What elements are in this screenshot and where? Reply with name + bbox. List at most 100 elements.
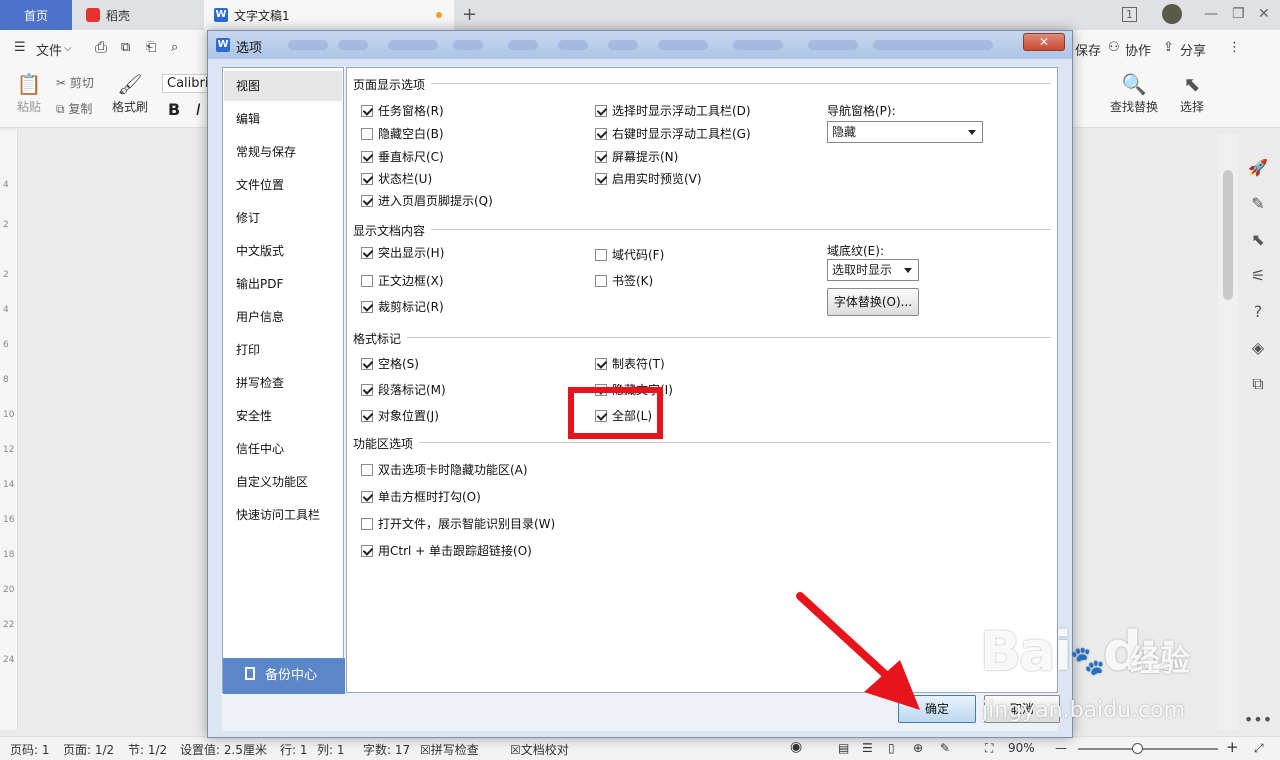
nav-item-print[interactable]: 打印 xyxy=(224,335,342,365)
checkbox-box[interactable] xyxy=(361,518,373,530)
checkbox-box[interactable] xyxy=(361,464,373,476)
nav-item-user-info[interactable]: 用户信息 xyxy=(224,302,342,332)
nav-item-general-save[interactable]: 常规与保存 xyxy=(224,137,342,167)
more-menu-icon[interactable]: ⋮ xyxy=(1228,40,1241,55)
nav-item-revision[interactable]: 修订 xyxy=(224,203,342,233)
checkbox-box[interactable] xyxy=(361,545,373,557)
checkbox-click-to-check[interactable]: 单击方框时打勾(O) xyxy=(361,488,481,505)
checkbox-text-boundaries[interactable]: 正文边框(X) xyxy=(361,272,444,289)
new-tab-button[interactable]: + xyxy=(462,4,477,25)
nav-pane-select[interactable]: 隐藏 xyxy=(827,121,983,143)
tab-document[interactable]: W 文字文稿1 xyxy=(204,0,454,30)
checkbox-smart-toc[interactable]: 打开文件，展示智能识别目录(W) xyxy=(361,515,555,532)
checkbox-object-anchors[interactable]: 对象位置(J) xyxy=(361,407,439,424)
dialog-close-button[interactable]: ✕ xyxy=(1023,33,1065,51)
field-shading-select[interactable]: 选取时显示 xyxy=(827,259,919,281)
vertical-scrollbar[interactable] xyxy=(1218,134,1238,730)
pointer-icon[interactable]: ⬉ xyxy=(1240,222,1276,258)
checkbox-box[interactable] xyxy=(361,301,373,313)
zoom-out-button[interactable]: — xyxy=(1055,741,1067,755)
checkbox-box[interactable] xyxy=(361,151,373,163)
checkbox-float-toolbar-rightclick[interactable]: 右键时显示浮动工具栏(G) xyxy=(595,125,751,142)
checkbox-box[interactable] xyxy=(361,195,373,207)
checkbox-paragraph-marks[interactable]: 段落标记(M) xyxy=(361,381,446,398)
save-icon[interactable]: ⎙ xyxy=(95,38,107,56)
select-button[interactable]: ⬉ 选择 xyxy=(1172,72,1212,115)
checkbox-box[interactable] xyxy=(595,358,607,370)
file-menu[interactable]: 文件 xyxy=(36,40,62,59)
help-icon[interactable]: ? xyxy=(1240,294,1276,330)
sliders-icon[interactable]: ⚟ xyxy=(1240,258,1276,294)
avatar[interactable] xyxy=(1162,4,1182,24)
checkbox-crop-marks[interactable]: 裁剪标记(R) xyxy=(361,298,444,315)
checkbox-dblclick-hide-ribbon[interactable]: 双击选项卡时隐藏功能区(A) xyxy=(361,461,528,478)
nav-item-security[interactable]: 安全性 xyxy=(224,401,342,431)
checkbox-live-preview[interactable]: 启用实时预览(V) xyxy=(595,170,702,187)
page-view-icon[interactable]: ▤ xyxy=(838,741,849,755)
checkbox-box[interactable] xyxy=(361,247,373,259)
nav-item-quick-access[interactable]: 快速访问工具栏 xyxy=(224,500,342,530)
dialog-titlebar[interactable]: W 选项 ✕ xyxy=(208,31,1072,59)
zoom-level[interactable]: 90% xyxy=(1008,741,1035,755)
share-button[interactable]: 分享 xyxy=(1180,40,1206,59)
fit-icon[interactable]: ⛶ xyxy=(985,741,993,756)
checkbox-box[interactable] xyxy=(595,173,607,185)
checkbox-screen-tips[interactable]: 屏幕提示(N) xyxy=(595,148,678,165)
collaborate-button[interactable]: 协作 xyxy=(1125,40,1151,59)
restore-button[interactable]: ❐ xyxy=(1232,6,1245,22)
checkbox-box[interactable] xyxy=(595,128,607,140)
backup-center-button[interactable]: 备份中心 xyxy=(223,658,345,694)
minimize-button[interactable]: — xyxy=(1204,6,1218,22)
checkbox-status-bar[interactable]: 状态栏(U) xyxy=(361,170,432,187)
copy-button[interactable]: ⧉ 复制 xyxy=(56,100,92,117)
scrollbar-thumb[interactable] xyxy=(1223,170,1233,300)
checkbox-highlight[interactable]: 突出显示(H) xyxy=(361,244,444,261)
checkbox-field-codes[interactable]: 域代码(F) xyxy=(595,246,664,263)
find-replace-button[interactable]: 🔍 查找替换 xyxy=(1104,72,1164,115)
zoom-slider-handle[interactable] xyxy=(1132,743,1143,754)
tab-home[interactable]: 首页 xyxy=(0,0,72,30)
checkbox-ctrl-click-link[interactable]: 用Ctrl + 单击跟踪超链接(O) xyxy=(361,542,532,559)
checkbox-box[interactable] xyxy=(595,275,607,287)
print-icon[interactable]: ⎗ xyxy=(146,40,156,55)
paste-button[interactable]: 📋 粘贴 xyxy=(12,72,46,115)
spell-check-toggle[interactable]: ☒拼写检查 xyxy=(420,741,479,758)
checkbox-vertical-ruler[interactable]: 垂直标尺(C) xyxy=(361,148,444,165)
nav-item-file-location[interactable]: 文件位置 xyxy=(224,170,342,200)
checkbox-box[interactable] xyxy=(361,358,373,370)
checkbox-float-toolbar-select[interactable]: 选择时显示浮动工具栏(D) xyxy=(595,102,751,119)
checkbox-box[interactable] xyxy=(595,105,607,117)
nav-item-chinese-layout[interactable]: 中文版式 xyxy=(224,236,342,266)
nav-item-customize-ribbon[interactable]: 自定义功能区 xyxy=(224,467,342,497)
nav-item-trust-center[interactable]: 信任中心 xyxy=(224,434,342,464)
close-window-button[interactable]: ✕ xyxy=(1258,6,1270,22)
checkbox-box[interactable] xyxy=(361,105,373,117)
read-view-icon[interactable]: ▯ xyxy=(888,741,895,755)
format-painter-button[interactable]: 🖌 格式刷 xyxy=(108,72,152,115)
zoom-slider-track[interactable] xyxy=(1078,748,1218,750)
checkbox-header-footer-hint[interactable]: 进入页眉页脚提示(Q) xyxy=(361,192,493,209)
doc-proof-toggle[interactable]: ☒文档校对 xyxy=(510,741,569,758)
export-icon[interactable]: ⧉ xyxy=(121,40,130,55)
checkbox-box[interactable] xyxy=(361,275,373,287)
checkbox-tabs[interactable]: 制表符(T) xyxy=(595,355,665,372)
checkbox-box[interactable] xyxy=(361,384,373,396)
clipboard-tool-icon[interactable]: ⧉ xyxy=(1240,366,1276,402)
checkbox-box[interactable] xyxy=(361,410,373,422)
cut-button[interactable]: ✂ 剪切 xyxy=(56,74,94,91)
checkbox-box[interactable] xyxy=(361,491,373,503)
checkbox-spaces[interactable]: 空格(S) xyxy=(361,355,419,372)
tab-daoke[interactable]: 稻壳 xyxy=(76,0,196,30)
page-indicator[interactable]: 1 xyxy=(1122,7,1137,22)
preview-icon[interactable]: ⌕ xyxy=(171,40,178,55)
font-select[interactable]: Calibri xyxy=(162,74,214,93)
pen-mode-icon[interactable]: ✎ xyxy=(940,741,950,755)
nav-item-view[interactable]: 视图 xyxy=(224,71,342,101)
italic-button[interactable]: I xyxy=(196,100,201,119)
font-substitution-button[interactable]: 字体替换(O)... xyxy=(827,288,919,316)
chevron-down-icon[interactable]: ⌵ xyxy=(64,43,72,54)
bold-button[interactable]: B xyxy=(168,100,180,119)
nav-item-spell-check[interactable]: 拼写检查 xyxy=(224,368,342,398)
checkbox-box[interactable] xyxy=(361,173,373,185)
fullscreen-icon[interactable]: ⤢ xyxy=(1254,741,1264,756)
